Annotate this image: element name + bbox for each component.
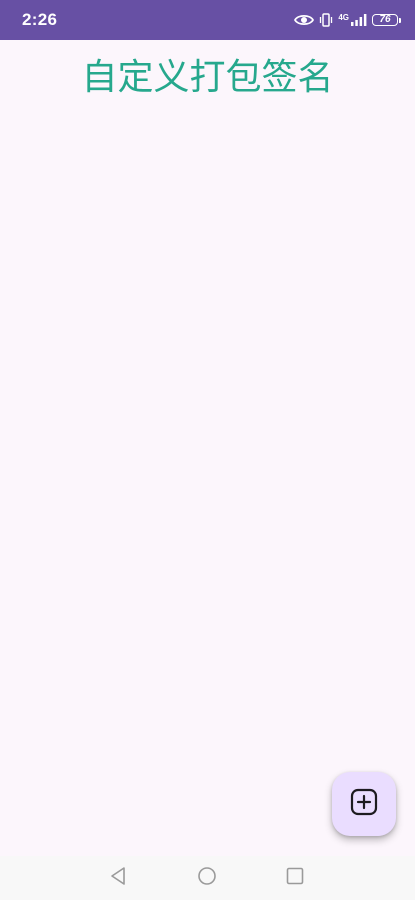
network-type-label: 4G [338,12,349,22]
navigation-bar [0,856,415,900]
back-button[interactable] [108,866,128,890]
recents-button[interactable] [285,867,305,889]
battery-icon: 76 [372,14,401,26]
home-circle-icon [197,866,217,890]
battery-tip [399,17,401,23]
home-button[interactable] [197,866,217,890]
battery-level: 76 [372,14,398,26]
back-triangle-icon [109,866,127,890]
add-button[interactable] [332,772,396,836]
page-title: 自定义打包签名 [81,57,334,98]
status-icons: 4G 76 [294,13,401,27]
add-box-icon [350,788,378,820]
status-bar: 2:26 4G 76 [0,0,415,40]
recents-square-icon [286,867,304,889]
eye-icon [294,13,315,27]
vibrate-icon [319,13,333,27]
signal-icon [351,14,367,26]
status-time: 2:26 [22,10,58,29]
